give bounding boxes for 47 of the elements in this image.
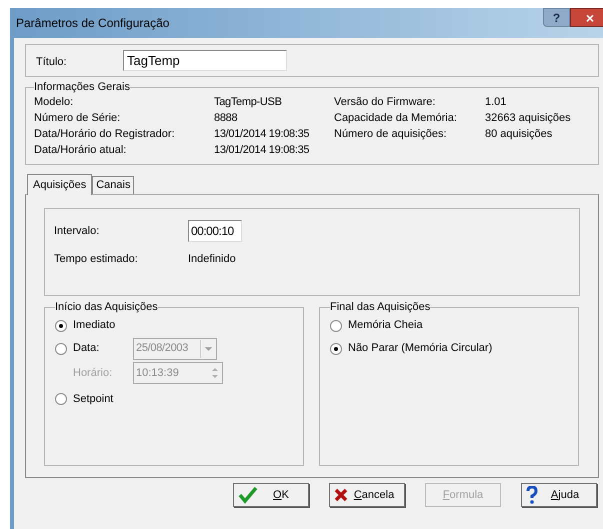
interval-label: Intervalo:: [54, 224, 100, 239]
info-value: 13/01/2014 19:08:35: [214, 143, 310, 158]
interval-input[interactable]: 00:00:10: [188, 220, 242, 242]
info-value: 8888: [214, 111, 238, 126]
radio-label: Imediato: [73, 318, 116, 334]
info-value: 1.01: [485, 95, 508, 110]
group-legend: Informações Gerais: [34, 80, 130, 94]
info-label: Número de Série:: [34, 111, 122, 126]
close-button[interactable]: ×: [570, 8, 603, 27]
checkmark-icon: [238, 486, 258, 504]
info-label: Capacidade da Memória:: [334, 111, 458, 126]
tab[interactable]: Aquisições: [27, 174, 92, 195]
estimated-time-value: Indefinido: [188, 252, 236, 267]
radio-button[interactable]: [330, 320, 342, 332]
time-value: 10:13:39: [135, 366, 180, 381]
ok-button[interactable]: OK: [233, 483, 309, 507]
close-icon: [334, 488, 348, 502]
info-label: Número de aquisições:: [334, 127, 448, 142]
radio-label: Data:: [73, 341, 100, 356]
radio-button[interactable]: [330, 342, 342, 354]
time-label: Horário:: [72, 366, 114, 381]
info-label: Data/Horário do Registrador:: [34, 127, 176, 142]
estimated-time-label: Tempo estimado:: [54, 252, 139, 267]
title-input[interactable]: TagTemp: [123, 50, 287, 71]
info-label: Data/Horário atual:: [34, 143, 128, 158]
info-value: 13/01/2014 19:08:35: [214, 127, 310, 142]
question-mark-icon: [526, 486, 538, 504]
cancel-button[interactable]: Cancela: [329, 483, 405, 507]
info-label: Modelo:: [34, 95, 74, 110]
radio-label: Não Parar (Memória Circular): [348, 341, 492, 356]
radio-button[interactable]: [55, 342, 67, 354]
date-value: 25/08/2003: [135, 341, 190, 356]
radio-button[interactable]: [55, 320, 67, 332]
tab[interactable]: Canais: [92, 176, 134, 194]
info-value: 80 aquisições: [485, 127, 554, 142]
group-legend: Final das Aquisições: [330, 300, 430, 314]
info-value: 32663 aquisições: [485, 111, 572, 126]
info-label: Versão do Firmware:: [334, 95, 436, 110]
radio-button[interactable]: [55, 393, 67, 405]
window-title: Parâmetros de Configuração: [15, 15, 170, 32]
group-legend: Início das Aquisições: [55, 300, 158, 314]
help-button[interactable]: ?: [543, 8, 570, 27]
radio-label: Memória Cheia: [348, 318, 423, 334]
title-label: Título:: [36, 55, 68, 70]
radio-label: Setpoint: [73, 392, 114, 407]
help-button[interactable]: Ajuda: [521, 483, 597, 507]
info-value: TagTemp-USB: [214, 95, 283, 110]
